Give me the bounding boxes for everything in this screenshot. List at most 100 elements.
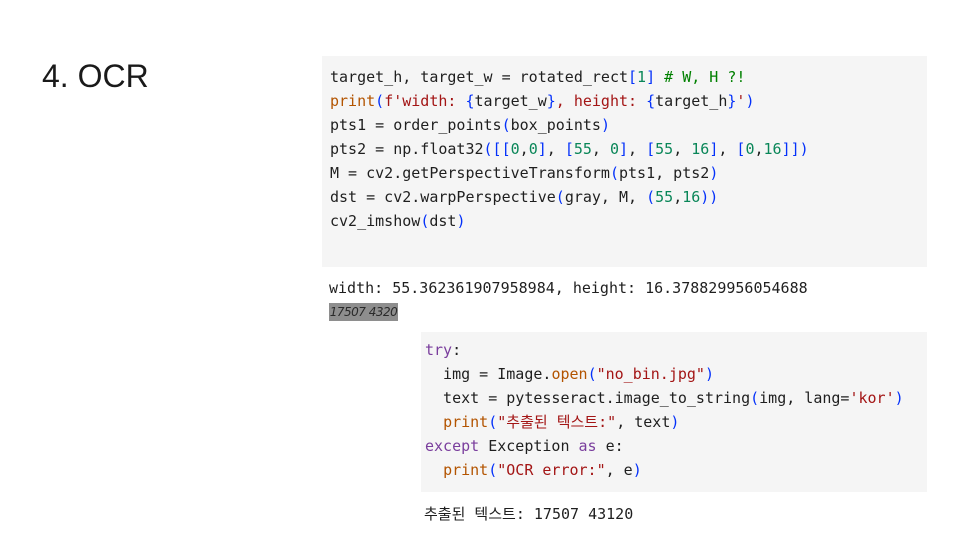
code-token: "OCR error:"	[497, 461, 606, 479]
code-token: (	[750, 389, 760, 407]
code-token: open	[551, 365, 588, 383]
code-line: print("추출된 텍스트:", text)	[425, 410, 927, 434]
code-token: print	[443, 413, 489, 431]
code-line: img = Image.open("no_bin.jpg")	[425, 362, 927, 386]
code-token: ,	[591, 140, 610, 158]
code-token: pts1 = order_points	[330, 116, 502, 134]
code-token: target_h	[655, 92, 728, 110]
code-token: ))	[700, 188, 719, 206]
code-token: gray, M,	[564, 188, 647, 206]
code-token: pts2 = np.float32	[330, 140, 484, 158]
code-token: (	[488, 413, 498, 431]
code-token: ]	[709, 140, 719, 158]
code-token: (	[555, 188, 565, 206]
code-token: "no_bin.jpg"	[596, 365, 705, 383]
code-line: cv2_imshow(dst)	[330, 209, 927, 233]
code-token: e:	[596, 437, 624, 455]
code-token: 'kor'	[849, 389, 895, 407]
code-line: M = cv2.getPerspectiveTransform(pts1, pt…	[330, 161, 927, 185]
code-token: 1	[637, 68, 647, 86]
code-token: }	[546, 92, 556, 110]
code-token: [	[628, 68, 638, 86]
code-token: img = Image.	[425, 365, 552, 383]
code-token: [	[646, 140, 656, 158]
code-token: target_h, target_w = rotated_rect	[330, 68, 629, 86]
code-token: target_w	[474, 92, 547, 110]
code-token: (	[646, 188, 656, 206]
code-token: (	[501, 116, 511, 134]
code-token: Exception	[479, 437, 579, 455]
code-token: ]	[619, 140, 629, 158]
code-line: text = pytesseract.image_to_string(img, …	[425, 386, 927, 410]
code-cell-ocr[interactable]: try: img = Image.open("no_bin.jpg") text…	[421, 332, 927, 492]
code-token: ,	[519, 140, 529, 158]
code-token: (	[420, 212, 430, 230]
code-token: print	[443, 461, 489, 479]
code-token: ]	[646, 68, 656, 86]
code-token: ,	[754, 140, 764, 158]
code-token: [	[564, 140, 574, 158]
cell-output-ocr-text: 추출된 텍스트: 17507 43120	[424, 505, 634, 523]
code-token: dst = cv2.warpPerspective	[330, 188, 556, 206]
code-line: pts2 = np.float32([[0,0], [55, 0], [55, …	[330, 137, 927, 161]
warped-plate-image: 17507 4320	[329, 303, 398, 321]
code-token: ,	[673, 188, 683, 206]
code-token: , e	[605, 461, 633, 479]
code-token: (	[375, 92, 385, 110]
code-token: box_points	[510, 116, 601, 134]
code-token: )	[670, 413, 680, 431]
code-token: # W, H ?!	[664, 68, 746, 86]
code-token: ([[	[483, 140, 511, 158]
code-token: f'width:	[384, 92, 466, 110]
code-token: , height:	[555, 92, 647, 110]
code-token: ]])	[781, 140, 809, 158]
slide-title: 4. OCR	[42, 58, 149, 94]
code-token: , text	[616, 413, 671, 431]
code-token: {	[465, 92, 475, 110]
code-token: )	[894, 389, 904, 407]
code-token: as	[578, 437, 597, 455]
code-token: :	[452, 341, 462, 359]
code-token: text = pytesseract.image_to_string	[425, 389, 751, 407]
code-token: 0	[510, 140, 520, 158]
code-token: try	[425, 341, 453, 359]
code-token: ,	[718, 140, 737, 158]
code-token: ,	[546, 140, 565, 158]
code-token: 55	[573, 140, 592, 158]
code-line: print(f'width: {target_w}, height: {targ…	[330, 89, 927, 113]
code-cell-perspective[interactable]: target_h, target_w = rotated_rect[1] # W…	[322, 56, 927, 267]
code-token: )	[745, 92, 755, 110]
code-token: )	[709, 164, 719, 182]
code-token: )	[456, 212, 466, 230]
code-line: target_h, target_w = rotated_rect[1] # W…	[330, 65, 927, 89]
code-token: 16	[691, 140, 710, 158]
code-token: (	[488, 461, 498, 479]
code-token: ,	[628, 140, 647, 158]
code-line: except Exception as e:	[425, 434, 927, 458]
code-line: dst = cv2.warpPerspective(gray, M, (55,1…	[330, 185, 927, 209]
code-token: 55	[655, 140, 674, 158]
code-token: (	[609, 164, 619, 182]
code-line: pts1 = order_points(box_points)	[330, 113, 927, 137]
code-token: )	[704, 365, 714, 383]
code-line: try:	[425, 338, 927, 362]
code-token: 55	[655, 188, 674, 206]
code-token: 0	[528, 140, 538, 158]
code-token: (	[587, 365, 597, 383]
code-token: )	[632, 461, 642, 479]
cell-output-dimensions: width: 55.362361907958984, height: 16.37…	[329, 279, 808, 297]
code-token: M = cv2.getPerspectiveTransform	[330, 164, 610, 182]
code-token: pts1, pts2	[619, 164, 710, 182]
code-token: print	[330, 92, 376, 110]
code-token: dst	[429, 212, 457, 230]
code-token: 0	[609, 140, 619, 158]
code-token: 16	[682, 188, 701, 206]
code-token: except	[425, 437, 480, 455]
code-token: )	[600, 116, 610, 134]
code-token: img, lang=	[759, 389, 850, 407]
code-token: {	[646, 92, 656, 110]
code-token: ,	[673, 140, 692, 158]
